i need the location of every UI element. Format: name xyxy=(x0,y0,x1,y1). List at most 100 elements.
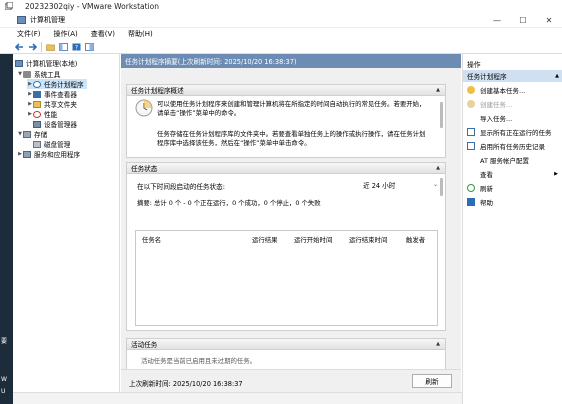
window-title: 计算机管理 xyxy=(30,15,65,24)
chevron-right-icon: ▶ xyxy=(554,171,558,177)
minimize-button[interactable]: — xyxy=(484,12,510,28)
disk-icon xyxy=(33,140,41,148)
menu-view[interactable]: 查看(V) xyxy=(91,29,115,39)
history-icon xyxy=(467,142,475,150)
overview-section-header[interactable]: 任务计划程序概述 ▲ xyxy=(126,84,446,96)
tree-item-services-apps[interactable]: ▶ 服务和应用程序 xyxy=(17,149,80,159)
tree-item-label: 共享文件夹 xyxy=(44,101,77,109)
overview-box: 可以使用任务计划程序来创建和管理计算机将在所指定的时间自动执行的常见任务。若要开… xyxy=(126,96,446,158)
action-create-task[interactable]: 创建任务... xyxy=(463,97,562,111)
computer-management-icon xyxy=(15,59,23,67)
tree-item-label: 系统工具 xyxy=(34,71,61,79)
action-create-basic-task[interactable]: 创建基本任务... xyxy=(463,83,562,97)
tree-item-disk-management[interactable]: 磁盘管理 xyxy=(33,139,70,149)
refresh-icon xyxy=(467,184,475,192)
tree-item-system-tools[interactable]: ▼ 系统工具 xyxy=(17,69,60,79)
column-header[interactable]: 任务名 xyxy=(142,235,161,244)
help-icon xyxy=(467,198,475,206)
tree-item-performance[interactable]: ▶ 性能 xyxy=(27,109,57,119)
create-task-icon xyxy=(467,100,475,108)
navigation-tree: 计算机管理(本地) ▼ 系统工具 ▶ 任务计划程序 ▶ 事件查看器 ▶ 共享文件… xyxy=(13,54,120,392)
column-header[interactable]: 运行开始时间 xyxy=(294,235,332,244)
active-box: 活动任务是当前已启用且未过期的任务。 xyxy=(126,350,446,369)
tree-item-event-viewer[interactable]: ▶ 事件查看器 xyxy=(27,89,77,99)
action-show-running[interactable]: 显示所有正在运行的任务 xyxy=(463,125,562,139)
desktop-background-strip: 要 W U xyxy=(0,54,13,404)
status-section-header[interactable]: 任务状态 ▲ xyxy=(126,162,446,174)
menu-file[interactable]: 文件(F) xyxy=(17,29,41,39)
create-basic-task-icon xyxy=(467,86,475,94)
event-viewer-icon xyxy=(33,90,41,98)
shared-folder-icon xyxy=(33,100,41,108)
tree-root-label: 计算机管理(本地) xyxy=(26,60,78,68)
menu-help[interactable]: 帮助(H) xyxy=(128,29,153,39)
action-label: 导入任务... xyxy=(480,115,513,123)
storage-icon xyxy=(23,130,31,138)
running-tasks-icon xyxy=(467,128,475,136)
action-label: 刷新 xyxy=(480,185,493,193)
chevron-up-icon[interactable]: ▲ xyxy=(436,87,440,93)
show-hide-tree-icon[interactable] xyxy=(58,42,68,51)
tree-item-task-scheduler[interactable]: ▶ 任务计划程序 xyxy=(27,79,87,89)
active-title: 活动任务 xyxy=(131,341,158,349)
performance-icon xyxy=(33,110,41,118)
forward-icon[interactable] xyxy=(27,42,37,51)
status-title: 任务状态 xyxy=(131,165,158,173)
summary-body[interactable]: 任务计划程序概述 ▲ 可以使用任务计划程序来创建和管理计算机将在所指定的时间自动… xyxy=(121,68,461,369)
column-header[interactable]: 运行结果 xyxy=(252,235,278,244)
action-enable-history[interactable]: 启用所有任务历史记录 xyxy=(463,139,562,153)
up-folder-icon[interactable] xyxy=(45,42,55,51)
toolbar: ? xyxy=(0,40,562,54)
tree-root[interactable]: 计算机管理(本地) xyxy=(15,58,77,68)
actions-section-header[interactable]: 任务计划程序 ▲ xyxy=(463,70,562,82)
chevron-up-icon[interactable]: ▲ xyxy=(436,165,440,171)
status-summary: 摘要: 总计 0 个 - 0 个正在运行，0 个成功，0 个停止，0 个失败 xyxy=(137,199,321,207)
tree-item-storage[interactable]: ▼ 存储 xyxy=(17,129,47,139)
action-label: 创建任务... xyxy=(480,101,513,109)
task-status-table[interactable]: 任务名 运行结果 运行开始时间 运行结束时间 触发者 xyxy=(135,230,438,326)
period-dropdown[interactable]: 近 24 小时 ⌄ xyxy=(357,178,441,191)
vmware-title: 20232302qiy - VMware Workstation xyxy=(25,1,159,11)
back-icon[interactable] xyxy=(14,42,24,51)
tree-item-device-manager[interactable]: 设备管理器 xyxy=(33,119,77,129)
action-label: 创建基本任务... xyxy=(480,87,526,95)
column-header[interactable]: 运行结束时间 xyxy=(349,235,387,244)
desktop-label: U xyxy=(1,388,6,395)
actions-section-title: 任务计划程序 xyxy=(467,73,507,81)
scheduler-clock-icon xyxy=(135,99,153,117)
vmware-logo-icon xyxy=(5,2,13,10)
action-label: 启用所有任务历史记录 xyxy=(480,143,545,151)
help-icon[interactable]: ? xyxy=(71,42,81,51)
services-icon xyxy=(23,150,31,158)
action-view[interactable]: 查看 ▶ xyxy=(463,167,562,181)
action-label: 显示所有正在运行的任务 xyxy=(480,129,552,137)
maximize-button[interactable]: ☐ xyxy=(510,12,536,28)
tree-item-label: 任务计划程序 xyxy=(44,81,84,89)
summary-header: 任务计划程序摘要(上次刷新时间: 2025/10/20 16:38:37) xyxy=(121,54,461,68)
chevron-up-icon[interactable]: ▲ xyxy=(555,73,559,79)
action-at-service[interactable]: AT 服务帐户配置 xyxy=(463,153,562,167)
active-description: 活动任务是当前已启用且未过期的任务。 xyxy=(141,357,257,365)
status-bar xyxy=(13,392,462,404)
desktop-label: 要 xyxy=(1,338,8,345)
action-help[interactable]: 帮助 xyxy=(463,195,562,209)
active-section-header[interactable]: 活动任务 ▲ xyxy=(126,338,446,350)
tree-item-shared-folders[interactable]: ▶ 共享文件夹 xyxy=(27,99,77,109)
action-import-task[interactable]: 导入任务... xyxy=(463,111,562,125)
overview-title: 任务计划程序概述 xyxy=(131,87,184,95)
status-scrollbar[interactable] xyxy=(440,178,443,196)
tree-item-label: 设备管理器 xyxy=(44,121,77,129)
properties-icon[interactable] xyxy=(84,42,94,51)
menu-action[interactable]: 操作(A) xyxy=(54,29,78,39)
chevron-up-icon[interactable]: ▲ xyxy=(436,341,440,347)
column-header[interactable]: 触发者 xyxy=(406,235,425,244)
overview-scrollbar[interactable] xyxy=(440,102,443,128)
overview-paragraph-1: 可以使用任务计划程序来创建和管理计算机将在所指定的时间自动执行的常见任务。若要开… xyxy=(157,100,426,117)
clock-icon xyxy=(33,80,41,88)
action-label: 查看 xyxy=(480,171,493,179)
svg-text:?: ? xyxy=(74,44,77,50)
period-dropdown-value: 近 24 小时 xyxy=(363,181,396,190)
refresh-button[interactable]: 刷新 xyxy=(412,374,452,388)
close-button[interactable]: ✕ xyxy=(536,12,562,28)
action-refresh[interactable]: 刷新 xyxy=(463,181,562,195)
